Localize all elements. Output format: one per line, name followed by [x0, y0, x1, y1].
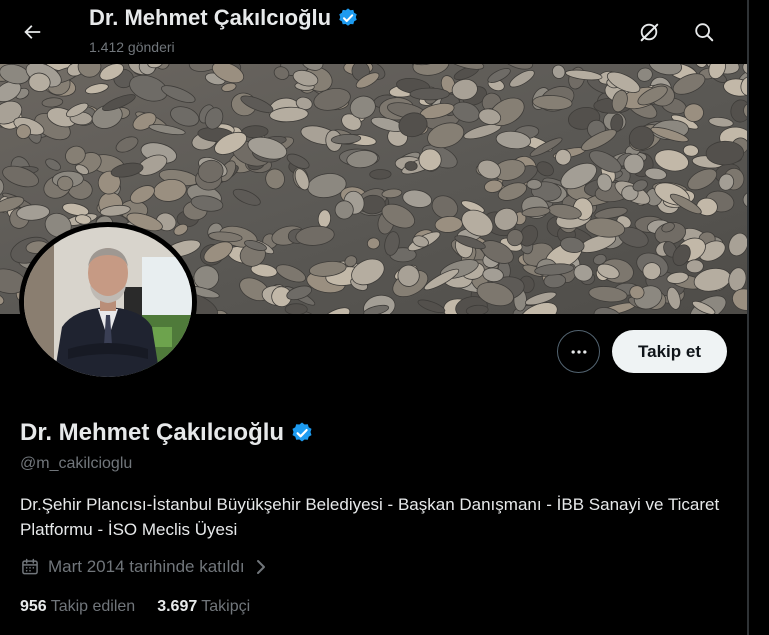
followers-count: 3.697 [157, 598, 198, 615]
pebble [623, 153, 645, 175]
pebble [409, 87, 450, 101]
join-date[interactable]: Mart 2014 tarihinde katıldı [20, 557, 269, 577]
search-button[interactable] [686, 14, 722, 50]
pebble [404, 161, 418, 171]
arrow-left-icon [24, 25, 41, 39]
pebble [686, 259, 704, 274]
profile-column: Dr. Mehmet Çakılcıoğlu 1.412 gönderi Tak… [0, 0, 747, 635]
header-title: Dr. Mehmet Çakılcıoğlu [89, 5, 359, 31]
profile-handle: @m_cakilcioglu [20, 455, 133, 472]
verified-badge-icon [339, 8, 357, 26]
pebble [284, 303, 308, 314]
join-date-text: Mart 2014 tarihinde katıldı [48, 557, 245, 576]
chevron-right-icon [256, 560, 265, 574]
right-gutter [749, 0, 769, 635]
pebble [642, 262, 662, 281]
pebble [683, 103, 704, 123]
following-count: 956 [20, 598, 47, 615]
grok-button[interactable] [631, 14, 667, 50]
calendar-icon [22, 558, 38, 575]
following-label: Takip edilen [50, 598, 136, 615]
follow-stats: 956 Takip edilen 3.697 Takipçi [20, 598, 250, 616]
following-link[interactable]: 956 Takip edilen [20, 598, 135, 616]
pebble [526, 179, 542, 190]
profile-bio: Dr.Şehir Plancısı-İstanbul Büyükşehir Be… [20, 495, 720, 539]
more-options-button[interactable] [557, 330, 600, 373]
follow-button[interactable]: Takip et [612, 330, 727, 373]
followers-link[interactable]: 3.697 Takipçi [157, 598, 250, 616]
search-icon [695, 23, 714, 42]
avatar-photo [24, 227, 192, 377]
profile-name: Dr. Mehmet Çakılcıoğlu [20, 419, 285, 446]
post-count: 1.412 gönderi [89, 39, 175, 55]
header-name: Dr. Mehmet Çakılcıoğlu [89, 5, 332, 30]
profile-name-row: Dr. Mehmet Çakılcıoğlu [20, 419, 314, 447]
profile-header: Dr. Mehmet Çakılcıoğlu 1.412 gönderi [0, 0, 747, 64]
verified-badge-icon[interactable] [290, 421, 314, 445]
pebble [369, 169, 392, 180]
grok-icon [640, 23, 659, 42]
profile-avatar[interactable] [19, 222, 197, 382]
more-icon [571, 349, 586, 354]
back-button[interactable] [14, 14, 50, 50]
followers-label: Takipçi [201, 598, 251, 615]
